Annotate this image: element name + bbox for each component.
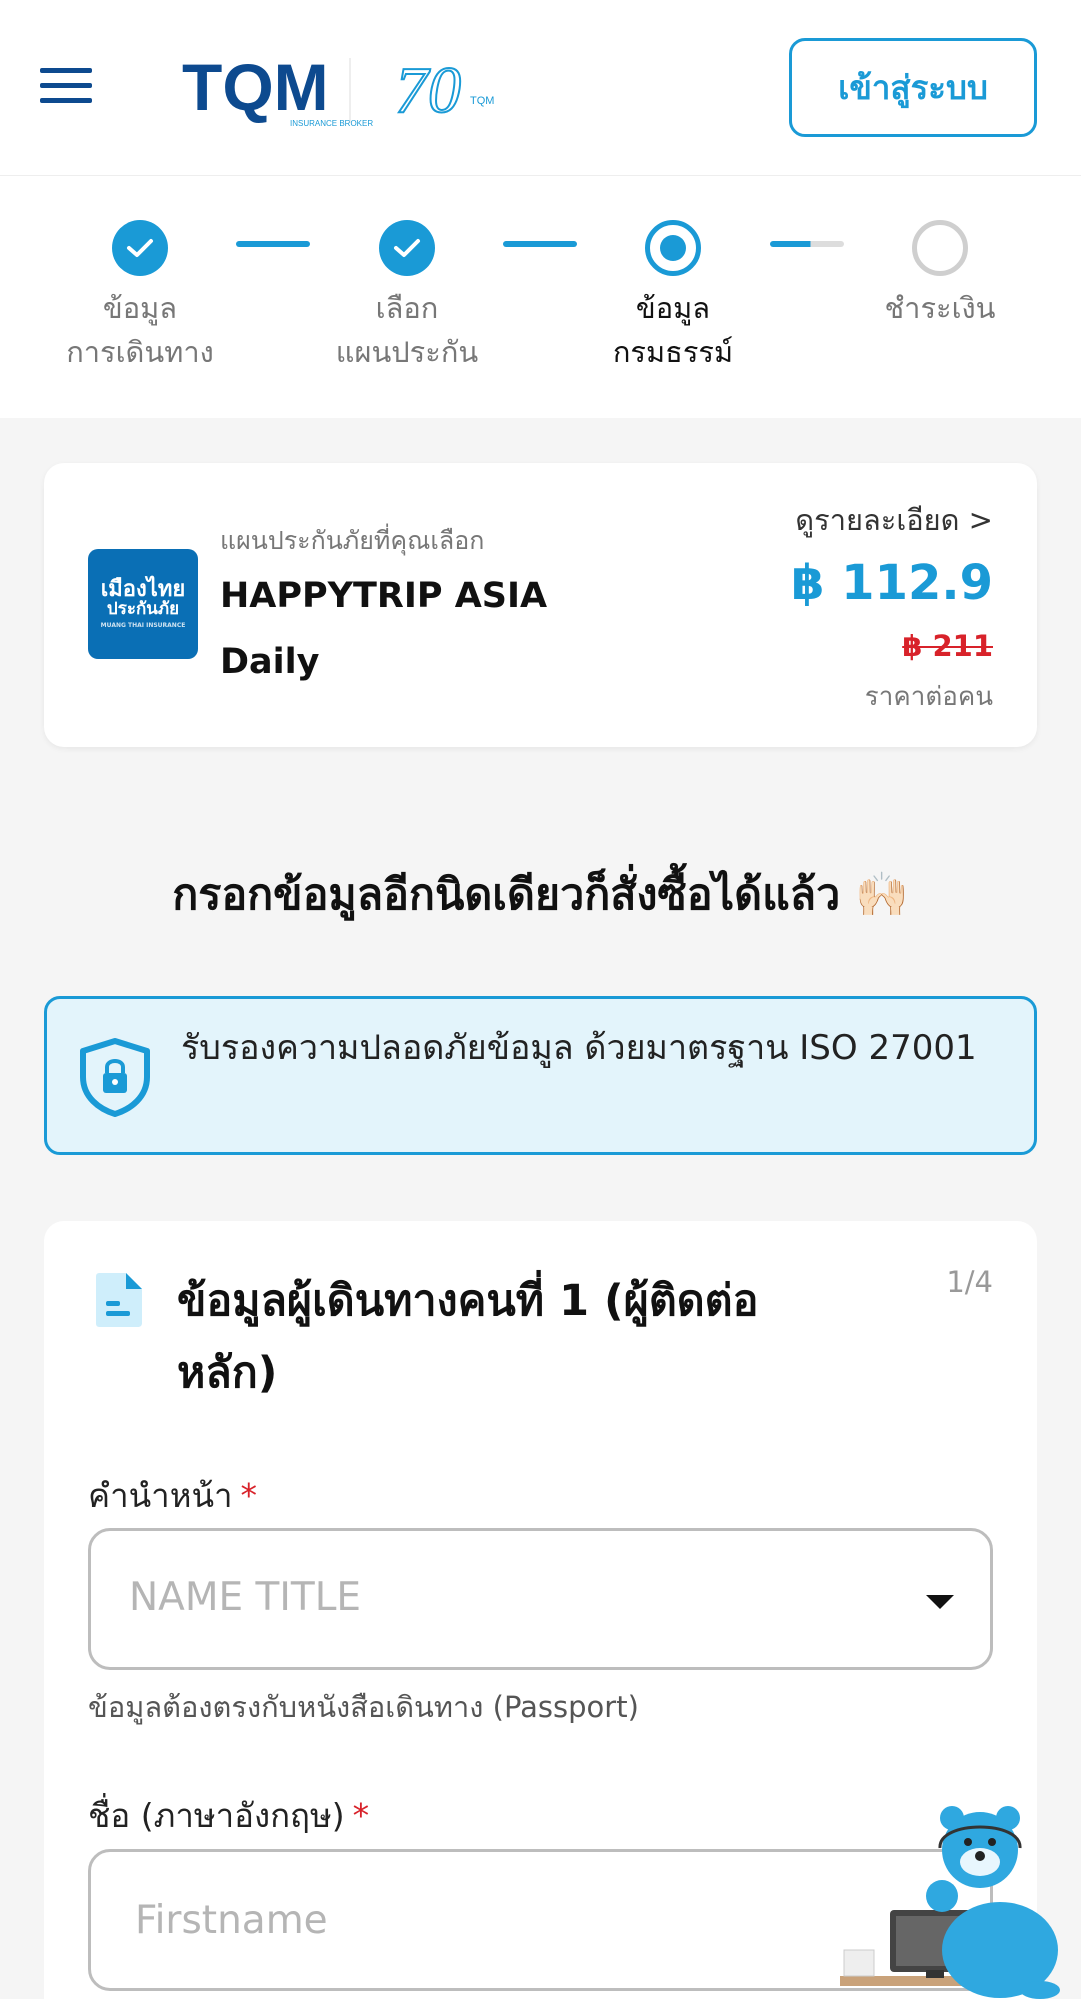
name-title-label: คำนำหน้า * — [88, 1476, 258, 1515]
firstname-label: ชื่อ (ภาษาอังกฤษ) * — [88, 1796, 370, 1835]
progress-stepper: ข้อมูล การเดินทาง เลือก แผนประกัน ข้อมูล… — [0, 175, 1081, 418]
step-label-line1: ข้อมูล — [102, 291, 178, 325]
insurer-logo: เมืองไทย ประกันภัย MUANG THAI INSURANCE — [88, 549, 198, 659]
step-label-line1: ข้อมูล — [635, 291, 711, 325]
mascot-chat-icon[interactable] — [830, 1800, 1070, 1999]
anniversary-sub-text: TQM — [470, 95, 494, 107]
shield-lock-icon — [80, 1038, 150, 1117]
selected-plan-card: เมืองไทย ประกันภัย MUANG THAI INSURANCE … — [44, 463, 1037, 747]
firstname-placeholder: Firstname — [135, 1898, 328, 1943]
anniversary-text: 70 — [395, 54, 461, 127]
step-connector — [236, 241, 310, 247]
document-icon — [96, 1273, 142, 1327]
required-mark: * — [352, 1796, 370, 1835]
login-button[interactable]: เข้าสู่ระบบ — [789, 38, 1037, 137]
passport-hint: ข้อมูลต้องตรงกับหนังสือเดินทาง (Passport… — [88, 1690, 639, 1724]
traveler-counter: 1/4 — [946, 1265, 993, 1299]
name-title-select[interactable]: NAME TITLE — [88, 1528, 993, 1670]
plan-caption: แผนประกันภัยที่คุณเลือก — [220, 526, 485, 555]
price-unit-label: ราคาต่อคน — [864, 682, 993, 712]
step-label-line2: แผนประกัน — [335, 335, 479, 369]
step-label-line1: ชำระเงิน — [884, 291, 996, 325]
plan-price: ฿ 112.9 — [791, 555, 993, 611]
step-travel-info: ข้อมูล การเดินทาง — [30, 220, 250, 374]
tqm-logo[interactable]: TQM INSURANCE BROKER 70 TQM — [180, 48, 510, 133]
security-notice-text: รับรองความปลอดภัยข้อมูล ด้วยมาตรฐาน ISO … — [181, 1028, 977, 1068]
check-icon — [379, 220, 435, 276]
top-header: TQM INSURANCE BROKER 70 TQM เข้าสู่ระบบ — [0, 0, 1081, 175]
step-label-line1: เลือก — [375, 291, 439, 325]
plan-old-price: ฿ 211 — [902, 629, 993, 663]
brand-sub-text: INSURANCE BROKER — [290, 119, 373, 128]
step-label-line2: การเดินทาง — [66, 335, 214, 369]
step-label-line2: กรมธรรม์ — [612, 335, 734, 369]
plan-name: HAPPYTRIP ASIA Daily — [220, 576, 548, 682]
required-mark: * — [240, 1476, 258, 1515]
security-notice: รับรองความปลอดภัยข้อมูล ด้วยมาตรฐาน ISO … — [44, 996, 1037, 1155]
step-select-plan: เลือก แผนประกัน — [297, 220, 517, 374]
view-details-link[interactable]: ดูรายละเอียด > — [795, 497, 993, 543]
check-icon — [112, 220, 168, 276]
current-step-icon — [645, 220, 701, 276]
form-title: ข้อมูลผู้เดินทางคนที่ 1 (ผู้ติดต่อหลัก) — [177, 1276, 759, 1398]
dropdown-caret-icon — [926, 1595, 954, 1609]
pending-step-icon — [912, 220, 968, 276]
name-title-placeholder: NAME TITLE — [129, 1575, 362, 1620]
page-heading: กรอกข้อมูลอีกนิดเดียวก็สั่งซื้อได้แล้ว 🙌… — [172, 870, 909, 920]
step-policy-info: ข้อมูล กรมธรรม์ — [563, 220, 783, 374]
step-connector — [770, 241, 844, 247]
step-payment: ชำระเงิน — [830, 220, 1050, 330]
menu-icon[interactable] — [40, 68, 92, 108]
step-connector — [503, 241, 577, 247]
brand-text: TQM — [182, 50, 329, 124]
